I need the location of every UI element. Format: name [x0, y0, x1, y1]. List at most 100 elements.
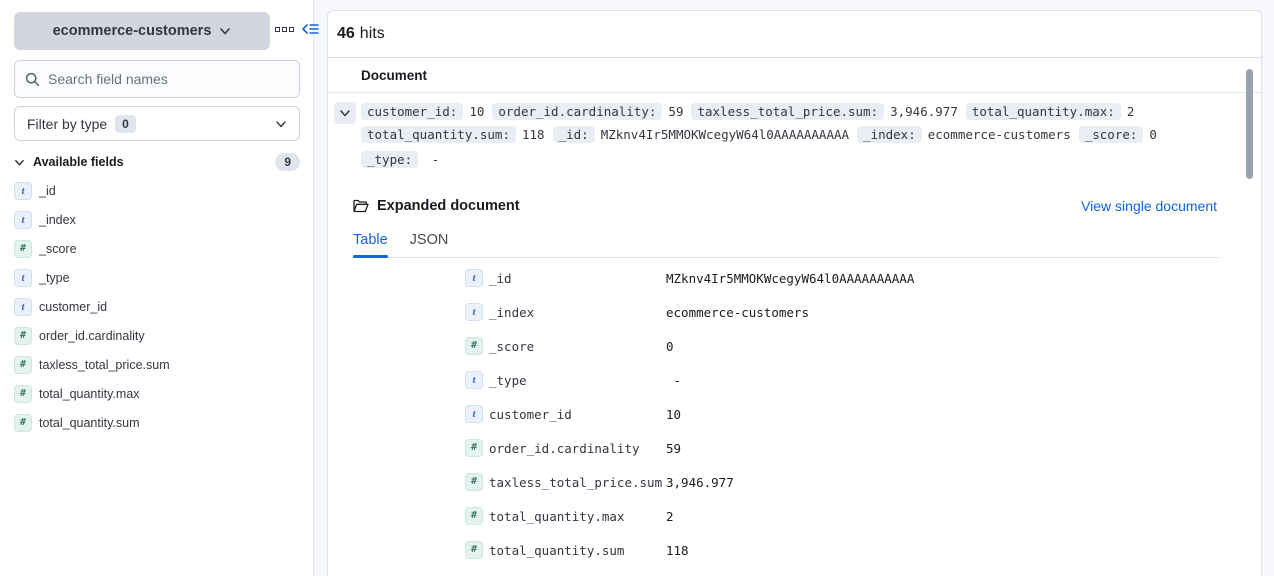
field-list-item[interactable]: t customer_id — [14, 292, 300, 321]
search-field-names-input[interactable] — [48, 71, 289, 87]
collapse-sidebar-icon[interactable] — [302, 22, 319, 36]
field-type-icon: t — [14, 298, 32, 316]
tab-json[interactable]: JSON — [410, 232, 449, 257]
doc-viewer-field-name: order_id.cardinality — [489, 441, 640, 456]
field-type-icon: t — [465, 371, 483, 389]
field-type-icon: t — [14, 269, 32, 287]
hits-count: 46 — [337, 25, 355, 43]
field-popover-icon[interactable] — [275, 27, 294, 32]
doc-viewer-row: t _id MZknv4Ir5MMOKWcegyW64l0AAAAAAAAAA — [465, 261, 1217, 295]
doc-viewer-field-value: 59 — [666, 441, 681, 456]
doc-viewer-field: t _id — [465, 269, 666, 287]
data-view-label: ecommerce-customers — [53, 23, 212, 39]
field-name-label: _index — [39, 213, 76, 227]
doc-field-value: MZknv4Ir5MMOKWcegyW64l0AAAAAAAAAA — [601, 127, 849, 142]
doc-field-pair: order_id.cardinality: 59 — [492, 103, 683, 120]
doc-field-name: customer_id: — [361, 103, 463, 120]
doc-field-pair: _type: - — [361, 151, 439, 168]
doc-viewer-field: t _index — [465, 303, 666, 321]
filter-by-type[interactable]: Filter by type 0 — [14, 106, 300, 141]
available-fields-header[interactable]: Available fields 9 — [14, 151, 300, 173]
doc-field-value: 10 — [469, 104, 484, 119]
tab-table[interactable]: Table — [353, 232, 388, 257]
doc-field-value: 59 — [668, 104, 683, 119]
field-list-item[interactable]: t _index — [14, 205, 300, 234]
field-type-icon: # — [465, 337, 483, 355]
doc-field-name: taxless_total_price.sum: — [691, 103, 884, 120]
doc-viewer-field-value: - — [666, 373, 681, 388]
doc-viewer-row: # total_quantity.max 2 — [465, 499, 1217, 533]
doc-viewer-table: t _id MZknv4Ir5MMOKWcegyW64l0AAAAAAAAAA … — [328, 258, 1261, 567]
doc-viewer-row: t _index ecommerce-customers — [465, 295, 1217, 329]
document-column-label: Document — [361, 68, 427, 83]
doc-field-value: 2 — [1127, 104, 1135, 119]
doc-field-name: _type: — [361, 151, 418, 168]
collapse-document-button[interactable] — [334, 102, 356, 124]
field-type-icon: t — [14, 182, 32, 200]
doc-field-name: _id: — [553, 126, 595, 143]
field-type-icon: # — [465, 439, 483, 457]
doc-viewer-field-name: _index — [489, 305, 534, 320]
field-list-item[interactable]: # order_id.cardinality — [14, 321, 300, 350]
doc-viewer-field-value: 3,946.977 — [666, 475, 734, 490]
field-list-item[interactable]: # total_quantity.max — [14, 379, 300, 408]
doc-field-name: _index: — [857, 126, 922, 143]
field-list-item[interactable]: t _type — [14, 263, 300, 292]
doc-viewer-row: t _type - — [465, 363, 1217, 397]
doc-viewer-row: # total_quantity.sum 118 — [465, 533, 1217, 567]
chevron-down-icon — [219, 25, 231, 37]
field-list-item[interactable]: t _id — [14, 176, 300, 205]
doc-field-pair: customer_id: 10 — [361, 103, 484, 120]
doc-viewer-row: # _score 0 — [465, 329, 1217, 363]
document-row: customer_id: 10 order_id.cardinality: 59… — [328, 93, 1261, 168]
doc-field-pair: _score: 0 — [1079, 126, 1157, 143]
field-list-item[interactable]: # taxless_total_price.sum — [14, 350, 300, 379]
field-type-icon: t — [14, 211, 32, 229]
doc-field-name: total_quantity.sum: — [361, 126, 516, 143]
field-name-label: _id — [39, 184, 56, 198]
field-name-label: order_id.cardinality — [39, 329, 145, 343]
chevron-down-icon — [275, 118, 287, 130]
doc-field-value: - — [424, 152, 439, 167]
available-fields-list: t _id t _index # _score t _type t custom… — [14, 176, 300, 437]
vertical-scrollbar-thumb[interactable] — [1246, 69, 1253, 179]
hits-label: hits — [360, 25, 385, 43]
chevron-down-icon — [14, 157, 25, 168]
doc-viewer-field-value: 2 — [666, 509, 674, 524]
doc-field-name: _score: — [1079, 126, 1144, 143]
doc-viewer-field-name: customer_id — [489, 407, 572, 422]
doc-viewer-field-value: 10 — [666, 407, 681, 422]
field-list-item[interactable]: # total_quantity.sum — [14, 408, 300, 437]
doc-viewer-row: # order_id.cardinality 59 — [465, 431, 1217, 465]
doc-viewer-field-name: taxless_total_price.sum — [489, 475, 662, 490]
expanded-document-header: Expanded document View single document — [328, 174, 1261, 214]
doc-field-value: ecommerce-customers — [928, 127, 1071, 142]
folder-open-icon — [353, 199, 369, 213]
field-name-label: total_quantity.sum — [39, 416, 140, 430]
expanded-document-title: Expanded document — [377, 198, 520, 214]
field-type-icon: # — [14, 414, 32, 432]
doc-viewer-field-name: total_quantity.max — [489, 509, 624, 524]
doc-field-name: order_id.cardinality: — [492, 103, 662, 120]
field-type-icon: # — [14, 327, 32, 345]
view-single-document-link[interactable]: View single document — [1081, 198, 1217, 214]
data-view-picker[interactable]: ecommerce-customers — [14, 12, 270, 50]
field-type-icon: # — [465, 473, 483, 491]
doc-viewer-field-value: ecommerce-customers — [666, 305, 809, 320]
doc-viewer-field-name: _id — [489, 271, 512, 286]
doc-viewer-row: t customer_id 10 — [465, 397, 1217, 431]
doc-field-value: 118 — [522, 127, 545, 142]
field-type-icon: t — [465, 405, 483, 423]
field-name-label: customer_id — [39, 300, 107, 314]
field-type-icon: # — [14, 240, 32, 258]
doc-field-pair: total_quantity.max: 2 — [966, 103, 1135, 120]
doc-viewer-field: # taxless_total_price.sum — [465, 473, 666, 491]
available-fields-label: Available fields — [33, 155, 124, 169]
field-name-label: total_quantity.max — [39, 387, 140, 401]
doc-viewer-field-name: total_quantity.sum — [489, 543, 624, 558]
doc-viewer-field-name: _score — [489, 339, 534, 354]
doc-viewer-field: t _type — [465, 371, 666, 389]
field-name-label: _type — [39, 271, 70, 285]
field-list-item[interactable]: # _score — [14, 234, 300, 263]
doc-viewer-field-name: _type — [489, 373, 527, 388]
